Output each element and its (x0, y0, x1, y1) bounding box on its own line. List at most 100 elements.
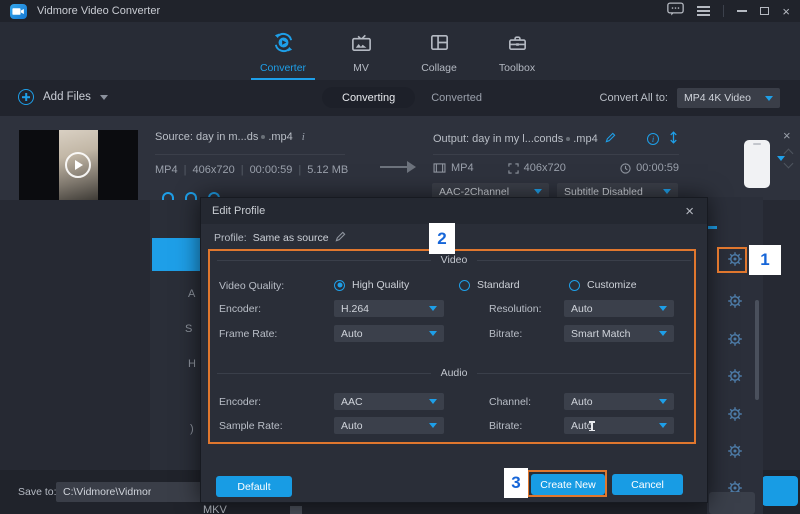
output-ext: .mp4 (573, 133, 597, 145)
default-button[interactable]: Default (216, 476, 292, 497)
cancel-button[interactable]: Cancel (612, 474, 683, 495)
source-info: Source: day in m...ds .mp4 i (155, 131, 305, 143)
chevron-down-icon (765, 96, 773, 101)
play-icon[interactable] (65, 152, 91, 178)
radio-standard[interactable]: Standard (459, 279, 520, 291)
window-title: Vidmore Video Converter (37, 5, 160, 17)
vidmore-video-converter-window: Vidmore Video Converter × Converter MV (0, 0, 800, 514)
scrollbar[interactable] (755, 300, 759, 400)
tab-converted[interactable]: Converted (431, 92, 482, 104)
source-info-icon[interactable]: i (302, 131, 305, 143)
format-list-fragment: A (188, 288, 195, 300)
menu-icon[interactable] (697, 6, 710, 16)
output-info-icon[interactable]: i (647, 133, 659, 145)
format-list-fragment: ) (190, 423, 194, 435)
device-preview-icon[interactable] (744, 140, 770, 188)
convert-all-dropdown[interactable]: MP4 4K Video (677, 88, 780, 108)
rename-icon[interactable] (605, 132, 616, 146)
gear-icon[interactable] (727, 331, 743, 347)
radio-high-quality[interactable]: High Quality (334, 279, 409, 291)
format-list-fragment: H (188, 358, 196, 370)
move-up-icon[interactable] (784, 149, 794, 159)
minimize-button[interactable] (737, 10, 747, 12)
annotation-badge-1: 1 (749, 245, 781, 275)
close-button[interactable]: × (782, 5, 790, 18)
framerate-dropdown[interactable]: Auto (334, 325, 444, 342)
toolbox-icon (506, 31, 529, 57)
maximize-button[interactable] (760, 7, 769, 15)
radio-customize[interactable]: Customize (569, 279, 637, 291)
titlebar-separator (723, 5, 724, 17)
compare-icon[interactable] (668, 131, 679, 147)
gear-icon[interactable] (727, 443, 743, 459)
collage-icon (428, 31, 451, 57)
source-filename: Source: day in m...ds (155, 131, 258, 143)
tab-mv[interactable]: MV (326, 22, 396, 80)
gear-icon[interactable] (727, 368, 743, 384)
list-fragment-box (290, 506, 302, 514)
cut-icon[interactable] (162, 192, 174, 200)
divider (433, 154, 679, 155)
create-new-button[interactable]: Create New (531, 474, 605, 495)
chevron-down-icon (534, 189, 542, 194)
chevron-down-icon (659, 399, 667, 404)
dialog-title: Edit Profile (212, 205, 265, 217)
tab-collage[interactable]: Collage (404, 22, 474, 80)
convert-all-label: Convert All to: (600, 92, 668, 104)
chevron-down-icon (429, 306, 437, 311)
gear-icon[interactable] (727, 293, 743, 309)
device-chevron-down-icon[interactable] (777, 156, 785, 161)
save-path-input[interactable]: C:\Vidmore\Vidmor (56, 482, 202, 502)
tab-label: Converter (260, 62, 306, 74)
chevron-down-icon (429, 399, 437, 404)
tab-label: Toolbox (499, 62, 535, 74)
add-icon (18, 89, 34, 105)
radio-icon (459, 280, 470, 291)
channel-dropdown[interactable]: Auto (564, 393, 674, 410)
video-section-header: Video (217, 254, 691, 266)
gear-icon[interactable] (727, 251, 743, 267)
edit-profile-name-icon[interactable] (335, 231, 346, 245)
audio-bitrate-dropdown[interactable]: Auto (564, 417, 674, 434)
app-logo-icon (10, 4, 27, 19)
titlebar: Vidmore Video Converter × (0, 0, 800, 22)
move-down-icon[interactable] (784, 159, 794, 169)
audio-encoder-dropdown[interactable]: AAC (334, 393, 444, 410)
output-filename: Output: day in my l...conds (433, 133, 563, 145)
film-icon (433, 163, 446, 173)
annotation-badge-2: 2 (429, 223, 455, 254)
chevron-down-icon (659, 423, 667, 428)
add-files-button[interactable]: Add Files (18, 89, 108, 105)
samplerate-label: Sample Rate: (219, 420, 283, 432)
convert-all-button-partial[interactable] (762, 476, 798, 506)
mute-icon (566, 137, 570, 141)
remove-file-icon[interactable]: × (783, 128, 791, 143)
text-cursor (591, 421, 593, 431)
source-meta: MP4| 406x720| 00:00:59| 5.12 MB (155, 164, 348, 176)
chevron-down-icon (663, 189, 671, 194)
resolution-icon (508, 163, 519, 174)
tab-converter[interactable]: Converter (248, 22, 318, 80)
radio-icon (569, 280, 580, 291)
selected-format-item-partial[interactable] (152, 238, 200, 271)
dialog-close-icon[interactable]: × (685, 203, 694, 220)
samplerate-dropdown[interactable]: Auto (334, 417, 444, 434)
toolbar: Add Files Converting Converted Convert A… (0, 80, 800, 116)
chevron-down-icon (429, 423, 437, 428)
crop-icon[interactable] (185, 192, 197, 200)
feedback-icon[interactable] (667, 2, 684, 20)
dialog-header: Edit Profile × (201, 198, 707, 224)
resolution-dropdown[interactable]: Auto (564, 300, 674, 317)
chevron-down-icon (429, 331, 437, 336)
converter-icon (272, 31, 295, 57)
video-thumbnail[interactable] (19, 130, 138, 200)
gear-icon[interactable] (727, 406, 743, 422)
video-encoder-dropdown[interactable]: H.264 (334, 300, 444, 317)
video-bitrate-dropdown[interactable]: Smart Match (564, 325, 674, 342)
output-meta: MP4 406x720 00:00:59 (433, 162, 679, 174)
mv-icon (350, 31, 373, 57)
format-fragment-mkv: MKV (203, 504, 227, 514)
tab-converting[interactable]: Converting (322, 87, 415, 108)
tab-toolbox[interactable]: Toolbox (482, 22, 552, 80)
radio-icon (334, 280, 345, 291)
